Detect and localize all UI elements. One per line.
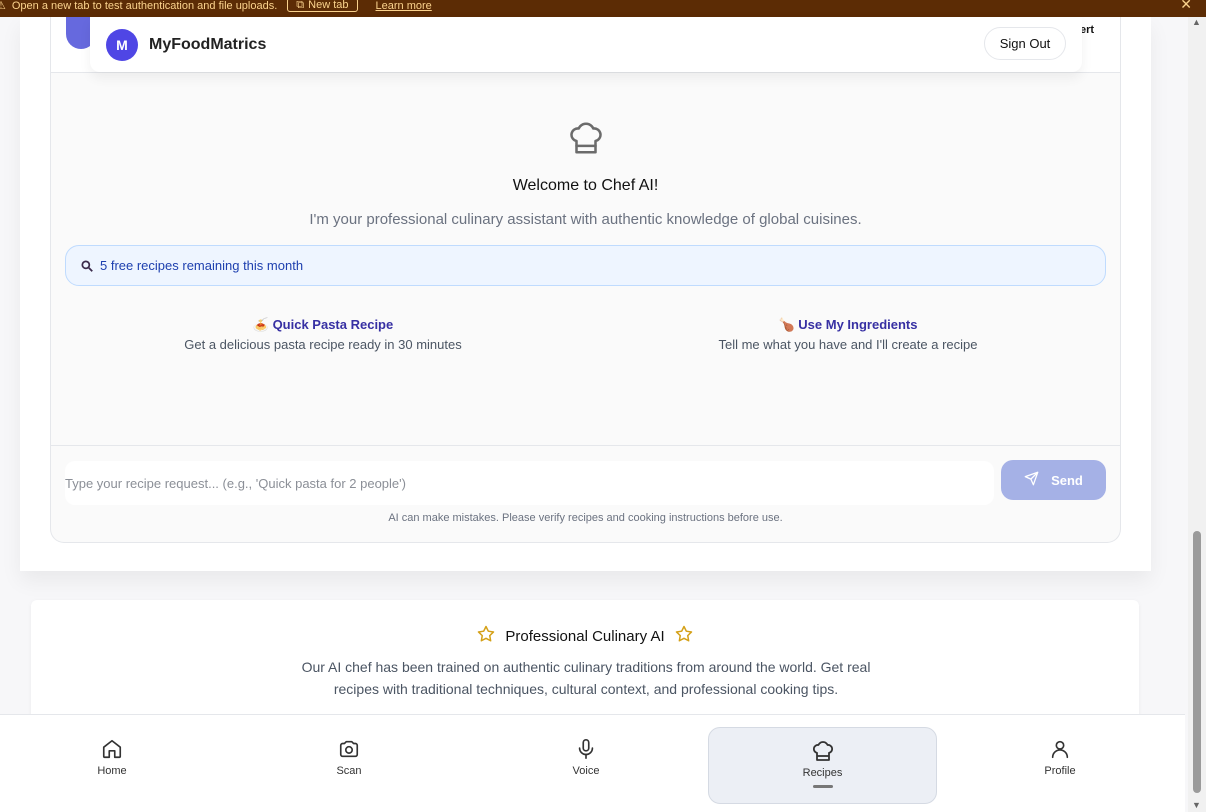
star-icon [477,625,495,647]
drumstick-icon: 🍗 [778,317,795,332]
external-link-icon: ⧉ [296,0,305,11]
avatar[interactable]: M [106,28,138,61]
suggestion-quick-pasta[interactable]: 🍝 Quick Pasta Recipe Get a delicious pas… [130,317,516,352]
scroll-down-icon[interactable]: ▼ [1192,800,1201,810]
star-icon [675,625,693,647]
active-indicator [812,785,833,788]
warning-icon: ⚠ [0,0,6,12]
suggestion-title: 🍝 Quick Pasta Recipe [252,317,394,332]
magnifier-icon [80,259,94,273]
app-header: M MyFoodMatrics Sign Out [90,17,1082,72]
nav-profile[interactable]: Profile [1000,737,1120,777]
send-label: Send [1051,472,1083,488]
nav-profile-label: Profile [1044,765,1076,777]
info-title: Professional Culinary AI [31,625,1139,647]
nav-home-label: Home [97,765,127,777]
suggestion-desc: Tell me what you have and I'll create a … [718,337,978,352]
nav-recipes-label: Recipes [802,767,843,779]
welcome-subtitle: I'm your professional culinary assistant… [309,211,862,228]
input-divider [51,445,1120,446]
nav-scan[interactable]: Scan [289,737,409,777]
nav-voice-label: Voice [572,765,600,777]
user-icon [1000,737,1120,761]
close-icon[interactable]: ✕ [1180,0,1192,13]
ai-disclaimer: AI can make mistakes. Please verify reci… [388,512,783,524]
app-title: MyFoodMatrics [149,35,267,53]
nav-home[interactable]: Home [52,737,172,777]
suggestion-desc: Get a delicious pasta recipe ready in 30… [184,337,462,352]
pasta-icon: 🍝 [252,317,269,332]
home-icon [52,737,172,761]
recipe-request-input[interactable] [65,461,994,505]
page-scrollbar[interactable]: ▲ ▼ [1188,17,1206,812]
chef-hat-icon [709,739,936,763]
scrollbar-thumb[interactable] [1193,531,1201,793]
nav-recipes[interactable]: Recipes [708,727,937,804]
nav-scan-label: Scan [336,765,362,777]
new-tab-label: New tab [308,0,349,11]
sign-out-button[interactable]: Sign Out [984,27,1066,60]
new-tab-button[interactable]: ⧉ New tab [287,0,358,12]
welcome-heading: Welcome to Chef AI! [512,177,659,194]
scroll-up-icon[interactable]: ▲ [1192,17,1201,27]
quota-text: 5 free recipes remaining this month [100,258,304,273]
quota-banner: 5 free recipes remaining this month [65,245,1106,286]
microphone-icon [526,737,646,761]
send-button[interactable]: Send [1001,460,1106,500]
nav-voice[interactable]: Voice [526,737,646,777]
info-card: Professional Culinary AI Our AI chef has… [31,600,1139,730]
banner-message: Open a new tab to test authentication an… [11,0,278,12]
chef-hero [50,118,1121,163]
dev-banner: ⚠ Open a new tab to test authentication … [0,0,1206,17]
send-icon [1024,471,1039,489]
background-text: ert [1080,24,1095,36]
learn-more-link[interactable]: Learn more [376,0,432,12]
info-body: Our AI chef has been trained on authenti… [301,659,871,697]
suggestion-use-ingredients[interactable]: 🍗 Use My Ingredients Tell me what you ha… [655,317,1041,352]
camera-icon [289,737,409,761]
bottom-nav: Home Scan Voice Recipes Profile [0,714,1185,812]
suggestion-title: 🍗 Use My Ingredients [778,317,918,332]
chef-hat-icon [567,118,605,163]
